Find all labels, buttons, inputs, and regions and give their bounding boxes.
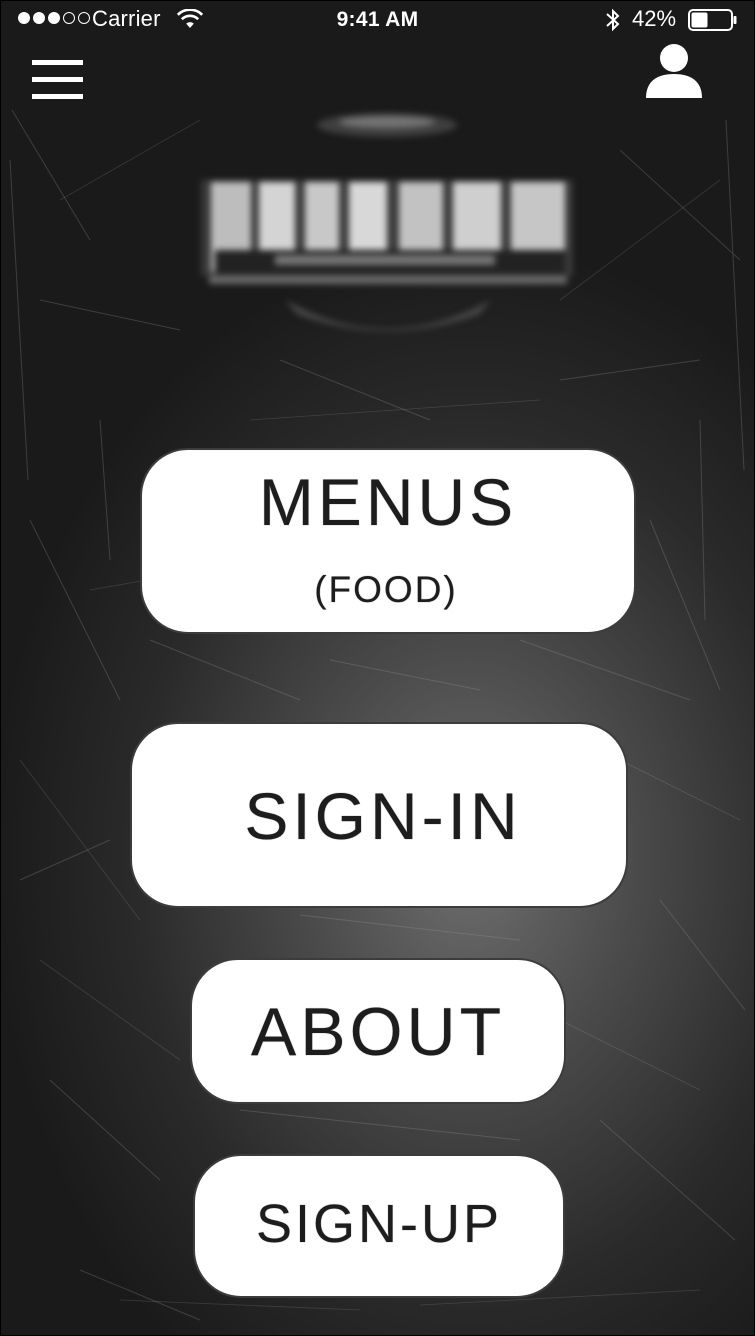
about-button-label: ABOUT [250, 994, 506, 1070]
battery-icon [688, 9, 737, 31]
menus-button-label: MENUS [258, 465, 518, 539]
status-bar: Carrier 9:41 AM 42% [0, 0, 755, 40]
user-profile-icon[interactable] [644, 42, 704, 100]
app-screen: Carrier 9:41 AM 42% MENUS (FOOD) SIGN-IN… [0, 0, 755, 1336]
restaurant-logo [201, 113, 573, 331]
menus-button[interactable]: MENUS (FOOD) [140, 448, 636, 634]
hamburger-line [32, 94, 83, 99]
hamburger-menu-icon[interactable] [32, 60, 84, 102]
hamburger-line [32, 77, 83, 82]
hamburger-line [32, 60, 83, 65]
bluetooth-icon [606, 8, 620, 32]
sign-in-button-label: SIGN-IN [244, 779, 522, 853]
battery-percentage: 42% [632, 6, 677, 31]
sign-up-button-label: SIGN-UP [255, 1194, 503, 1254]
about-button[interactable]: ABOUT [190, 958, 566, 1104]
menus-button-sublabel: (FOOD) [314, 569, 458, 610]
sign-up-button[interactable]: SIGN-UP [193, 1154, 565, 1298]
sign-in-button[interactable]: SIGN-IN [130, 722, 628, 908]
